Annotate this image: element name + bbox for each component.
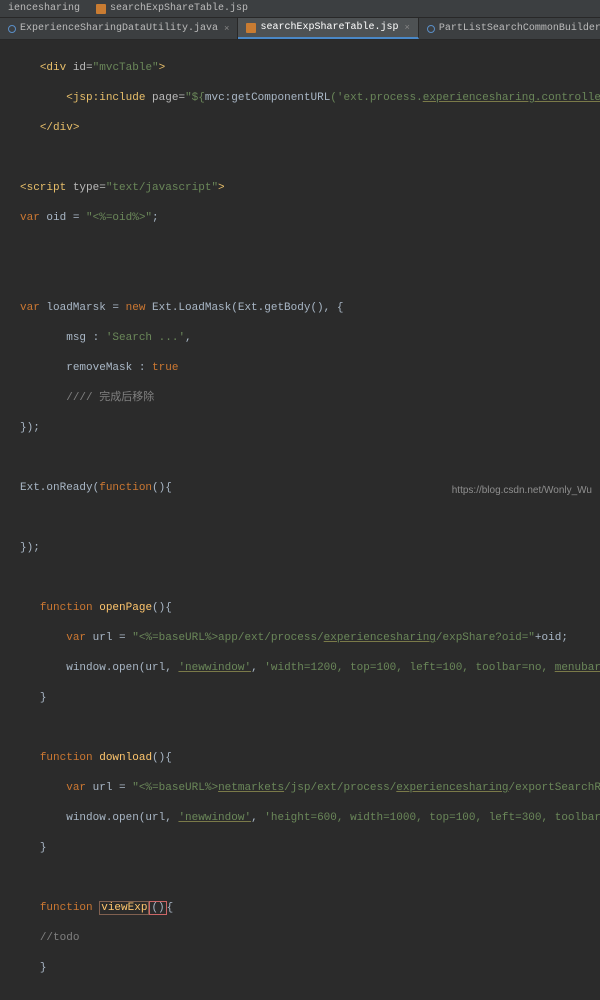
jsp-file-icon (246, 23, 256, 33)
tab-label: PartListSearchCommonBuilder.java (439, 23, 600, 34)
breadcrumb-current[interactable]: searchExpShareTable.jsp (88, 1, 256, 16)
close-icon[interactable]: × (224, 24, 229, 34)
breadcrumb-segment[interactable]: iencesharing (0, 1, 88, 16)
jsp-file-icon (96, 4, 106, 14)
tab-partlist-search-common-builder[interactable]: PartListSearchCommonBuilder.java × (419, 18, 600, 39)
watermark: https://blog.csdn.net/Wonly_Wu (452, 485, 592, 496)
close-icon[interactable]: × (404, 23, 409, 33)
breadcrumb-bar: iencesharing searchExpShareTable.jsp (0, 0, 600, 18)
java-file-icon (427, 25, 435, 33)
tab-experience-sharing-data-utility[interactable]: ExperienceSharingDataUtility.java × (0, 18, 238, 39)
tab-search-exp-share-table[interactable]: searchExpShareTable.jsp × (238, 18, 418, 39)
tab-label: ExperienceSharingDataUtility.java (20, 23, 218, 34)
editor-tab-bar: ExperienceSharingDataUtility.java × sear… (0, 18, 600, 40)
code-editor[interactable]: <div id="mvcTable"> <jsp:include page="$… (0, 40, 600, 1000)
tab-label: searchExpShareTable.jsp (260, 22, 398, 33)
java-file-icon (8, 25, 16, 33)
